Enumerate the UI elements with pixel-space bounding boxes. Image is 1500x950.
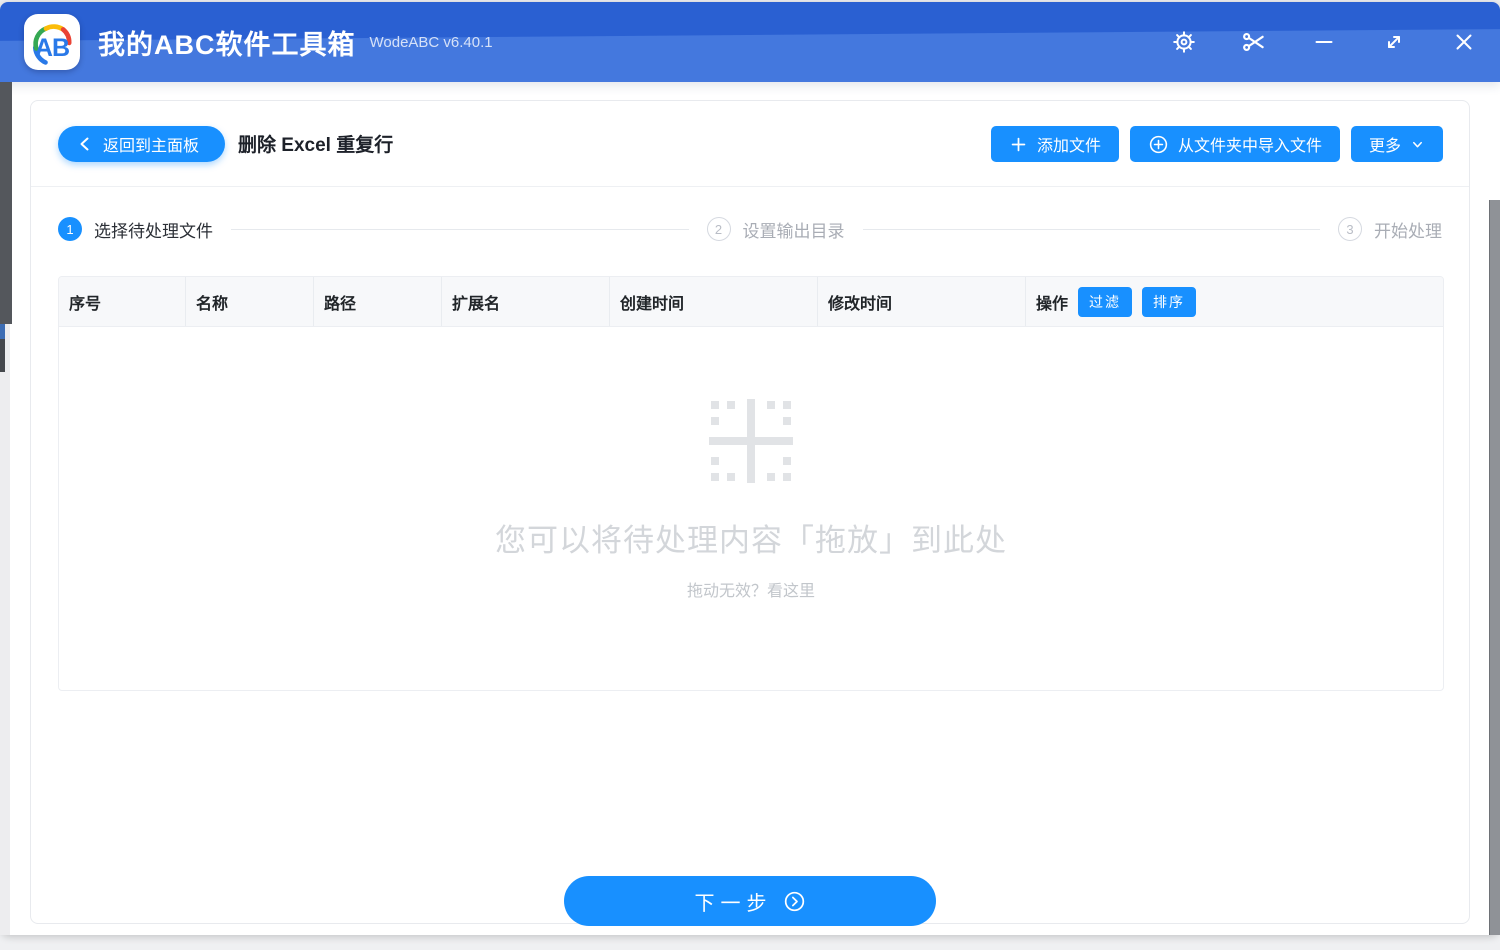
circled-plus-icon xyxy=(1149,135,1168,153)
background-window-artifact-left-light xyxy=(0,324,10,935)
titlebar: AB 我的ABC软件工具箱 WodeABC v6.40.1 xyxy=(0,2,1500,82)
background-window-artifact-right xyxy=(1489,200,1500,935)
background-window-artifact-left-dark xyxy=(0,82,12,324)
header-actions: 添加文件 从文件夹中导入文件 更多 xyxy=(990,126,1443,162)
maximize-icon xyxy=(1388,36,1400,48)
chevron-left-icon xyxy=(80,137,89,151)
more-button[interactable]: 更多 xyxy=(1350,126,1443,162)
column-header-actions: 操作 过滤 排序 xyxy=(1026,277,1443,326)
background-window-artifact-left-gray xyxy=(0,339,5,372)
import-from-folder-label: 从文件夹中导入文件 xyxy=(1177,138,1322,155)
minimize-button[interactable] xyxy=(1304,22,1344,62)
drop-target-icon xyxy=(709,399,793,483)
file-table: 序号 名称 路径 扩展名 创建时间 修改时间 操作 过滤 排序 您可以将待处理内… xyxy=(58,276,1444,691)
column-header-name: 名称 xyxy=(186,277,314,326)
dropzone-help-text[interactable]: 拖动无效？看这里 xyxy=(687,577,815,601)
table-header-row: 序号 名称 路径 扩展名 创建时间 修改时间 操作 过滤 排序 xyxy=(59,277,1443,327)
step-start-process: 3 开始处理 xyxy=(1338,217,1442,242)
column-header-extension: 扩展名 xyxy=(442,277,610,326)
file-dropzone[interactable]: 您可以将待处理内容「拖放」到此处 拖动无效？看这里 xyxy=(59,327,1443,690)
actions-column-label: 操作 xyxy=(1036,295,1069,313)
app-logo: AB xyxy=(24,14,80,70)
step-2-label: 设置输出目录 xyxy=(742,221,845,241)
step-output-dir: 2 设置输出目录 xyxy=(706,217,845,242)
column-header-modified-time: 修改时间 xyxy=(818,277,1026,326)
step-2-circle: 2 xyxy=(706,217,731,241)
step-3-label: 开始处理 xyxy=(1374,221,1442,241)
chevron-down-icon xyxy=(1413,141,1422,147)
import-from-folder-button[interactable]: 从文件夹中导入文件 xyxy=(1129,126,1340,162)
next-step-button[interactable]: 下一步 xyxy=(564,876,936,926)
step-3-circle: 3 xyxy=(1338,217,1362,241)
column-header-created-time: 创建时间 xyxy=(610,277,818,326)
circled-arrow-right-icon xyxy=(784,891,804,911)
more-label: 更多 xyxy=(1368,138,1401,155)
add-files-label: 添加文件 xyxy=(1036,138,1101,155)
screenshot-button[interactable] xyxy=(1234,22,1274,62)
page-title: 删除 Excel 重复行 xyxy=(238,135,394,156)
step-connector xyxy=(231,228,689,230)
add-files-button[interactable]: 添加文件 xyxy=(990,126,1119,162)
step-select-files: 1 选择待处理文件 xyxy=(58,217,213,242)
close-icon xyxy=(1456,34,1472,50)
filter-button[interactable]: 过滤 xyxy=(1078,286,1133,317)
plus-icon xyxy=(1011,137,1026,151)
dropzone-main-text: 您可以将待处理内容「拖放」到此处 xyxy=(495,523,1007,558)
step-indicator: 1 选择待处理文件 2 设置输出目录 3 开始处理 xyxy=(58,205,1442,253)
scissors-icon xyxy=(1243,33,1264,51)
panel-header: 返回到主面板 删除 Excel 重复行 添加文件 从文件夹中导入文件 更多 xyxy=(31,101,1469,187)
app-title: 我的ABC软件工具箱 xyxy=(98,29,356,60)
close-button[interactable] xyxy=(1444,22,1484,62)
step-1-label: 选择待处理文件 xyxy=(94,221,213,241)
minimize-icon xyxy=(1315,41,1333,43)
gear-icon xyxy=(1173,31,1195,53)
step-1-circle: 1 xyxy=(58,217,82,241)
column-header-path: 路径 xyxy=(314,277,442,326)
main-panel: 返回到主面板 删除 Excel 重复行 添加文件 从文件夹中导入文件 更多 1 … xyxy=(30,100,1470,926)
back-button-label: 返回到主面板 xyxy=(103,138,200,155)
column-header-index: 序号 xyxy=(59,277,186,326)
app-window: AB 我的ABC软件工具箱 WodeABC v6.40.1 返回到主面板 删除 … xyxy=(0,2,1500,935)
window-controls xyxy=(1164,22,1500,62)
app-version: WodeABC v6.40.1 xyxy=(369,33,493,51)
step-connector xyxy=(862,228,1320,230)
header-divider xyxy=(31,186,1469,187)
maximize-button[interactable] xyxy=(1374,22,1414,62)
next-step-label: 下一步 xyxy=(694,892,773,915)
back-to-dashboard-button[interactable]: 返回到主面板 xyxy=(58,126,226,162)
background-window-artifact-left-blue xyxy=(0,324,5,339)
settings-button[interactable] xyxy=(1164,22,1204,62)
abc-logo-icon: AB xyxy=(32,24,72,65)
svg-text:AB: AB xyxy=(35,34,69,62)
sort-button[interactable]: 排序 xyxy=(1142,286,1197,317)
